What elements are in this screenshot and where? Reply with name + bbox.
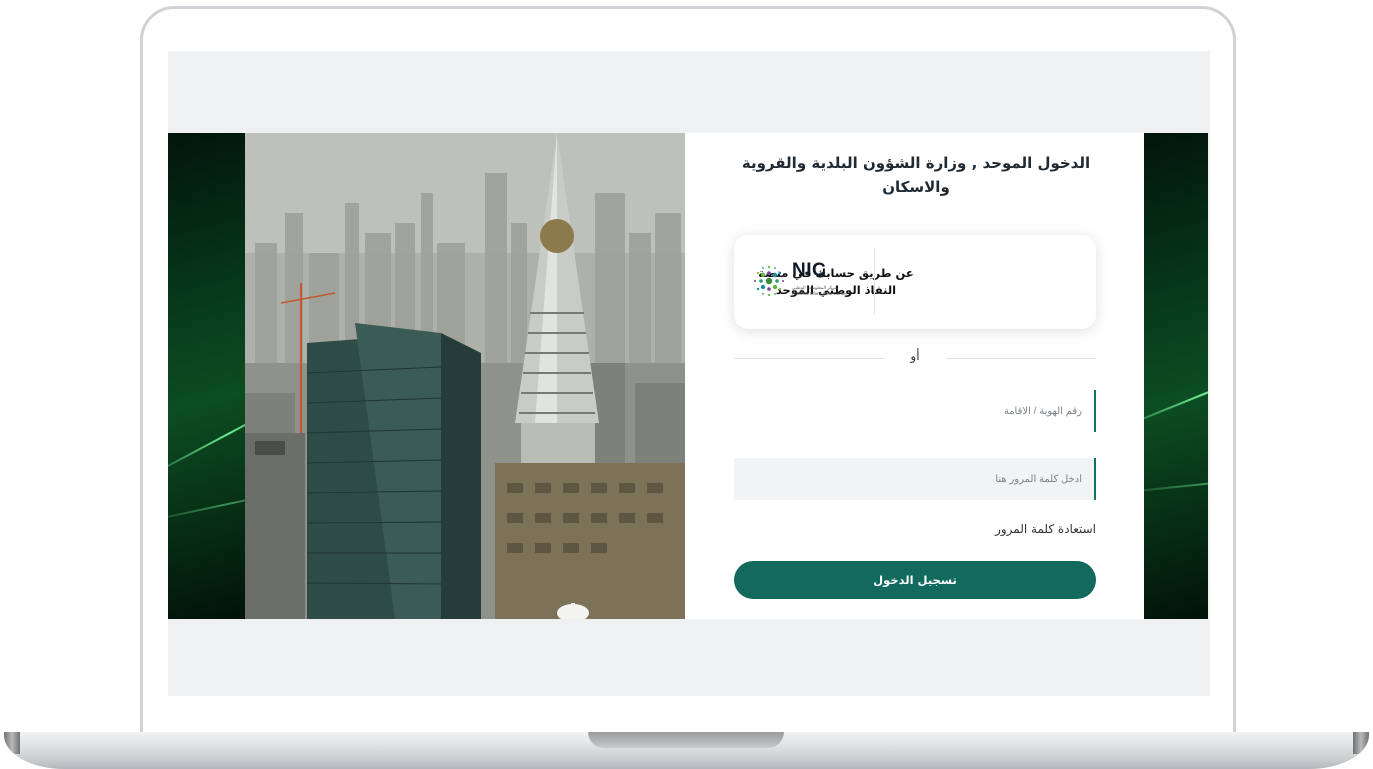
- page-content: الدخول الموحد , وزارة الشؤون البلدية وال…: [168, 133, 1208, 619]
- or-separator: أو: [734, 349, 1096, 369]
- side-decoration-right: [1144, 133, 1208, 619]
- login-panel: الدخول الموحد , وزارة الشؤون البلدية وال…: [685, 133, 1146, 619]
- card-divider: [874, 249, 875, 315]
- nic-subtitle-en: National Information Center: [792, 290, 848, 296]
- password-field[interactable]: [734, 458, 1096, 500]
- base-notch: [588, 732, 784, 748]
- base-edge-right: [1353, 732, 1369, 754]
- side-decoration-left: [168, 133, 245, 619]
- nafath-login-card[interactable]: عن طريق حسابك في منصة النفاذ الوطني المو…: [734, 235, 1096, 329]
- or-line-left: [734, 358, 884, 359]
- laptop-base: [4, 732, 1369, 769]
- nic-wordmark: NIC: [792, 260, 827, 281]
- or-text: أو: [906, 349, 924, 363]
- nic-subtitle: مركز المعلومات الوطني National Informati…: [792, 285, 847, 296]
- or-line-right: [946, 358, 1096, 359]
- hero-image: [245, 133, 685, 619]
- screen: الدخول الموحد , وزارة الشؤون البلدية وال…: [168, 51, 1210, 696]
- id-field[interactable]: [734, 390, 1096, 432]
- base-edge-left: [4, 732, 20, 754]
- nic-dots-icon: [754, 265, 784, 297]
- login-button[interactable]: تسجيل الدخول: [734, 561, 1096, 599]
- forgot-password-link[interactable]: استعادة كلمة المرور: [995, 522, 1096, 536]
- nic-logo: NIC مركز المعلومات الوطني National Infor…: [752, 255, 870, 309]
- page-title: الدخول الموحد , وزارة الشؤون البلدية وال…: [741, 154, 1091, 196]
